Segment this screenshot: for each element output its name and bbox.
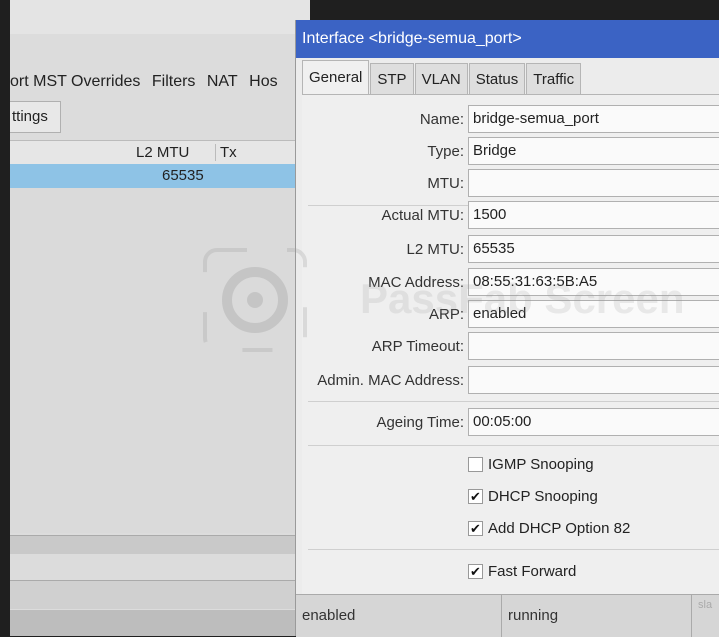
tab-hosts[interactable]: Hos [249,62,284,102]
actual-mtu-field: 1500 [468,201,719,229]
arp-row: ARP: enabled [302,300,719,330]
igmp-snooping-checkbox[interactable] [468,457,483,472]
arp-timeout-input[interactable] [468,332,719,360]
igmp-snooping-label: IGMP Snooping [488,456,594,473]
actual-mtu-row: Actual MTU: 1500 [302,201,719,231]
mac-address-row: MAC Address: 08:55:31:63:5B:A5 [302,268,719,298]
mtu-input[interactable] [468,169,719,197]
tab-stp[interactable]: STP [370,63,414,94]
interface-dialog: Interface <bridge-semua_port> General STP… [295,20,719,637]
name-input[interactable]: bridge-semua_port [468,105,719,133]
fast-forward-checkbox[interactable]: ✔ [468,564,483,579]
add-dhcp-option-82-label: Add DHCP Option 82 [488,520,631,537]
fast-forward-label: Fast Forward [488,563,577,580]
horizontal-scrollbar[interactable] [10,535,310,554]
tab-status[interactable]: Status [468,63,526,94]
name-label: Name: [419,111,464,128]
table-row[interactable]: 65535 [10,164,310,188]
add-dhcp-option-82-checkbox[interactable]: ✔ [468,521,483,536]
dialog-status-bar: enabled running sla [296,594,719,637]
arp-timeout-label: ARP Timeout: [371,338,464,355]
table-body [10,188,310,533]
settings-button[interactable]: ttings [10,101,61,133]
column-header-l2-mtu[interactable]: L2 MTU [136,144,189,161]
dhcp-snooping-checkbox[interactable]: ✔ [468,489,483,504]
tab-filters[interactable]: Filters [152,62,203,102]
arp-select[interactable]: enabled [468,300,719,328]
mtu-row: MTU: [302,169,719,199]
mtu-label: MTU: [427,175,464,192]
type-label: Type: [427,143,464,160]
dhcp-snooping-label: DHCP Snooping [488,488,598,505]
admin-mac-input[interactable] [468,366,719,394]
divider [308,445,719,446]
ageing-time-input[interactable]: 00:05:00 [468,408,719,436]
status-running: running [502,595,692,637]
l2-mtu-input[interactable]: 65535 [468,235,719,263]
dialog-title: Interface <bridge-semua_port> [296,20,719,58]
type-field: Bridge [468,137,719,165]
tab-mst-overrides[interactable]: ort MST Overrides [10,62,147,102]
admin-mac-row: Admin. MAC Address: [302,366,719,396]
row-l2-mtu-value: 65535 [162,167,204,184]
l2-mtu-label: L2 MTU: [406,241,464,258]
background-tab-bar: ort MST Overrides Filters NAT Hos [10,62,310,102]
arp-timeout-row: ARP Timeout: [302,332,719,362]
admin-mac-label: Admin. MAC Address: [317,372,464,389]
type-row: Type: Bridge [302,137,719,167]
status-enabled: enabled [296,595,502,637]
ageing-time-label: Ageing Time: [376,414,464,431]
background-titlebar [10,0,310,34]
divider [308,401,719,402]
tab-general[interactable]: General [302,60,370,94]
background-window: ort MST Overrides Filters NAT Hos ttings… [10,0,310,636]
column-header-tx[interactable]: Tx [215,144,237,161]
background-status-bar [10,580,310,609]
l2-mtu-row: L2 MTU: 65535 [302,235,719,265]
status-slave: sla [698,599,713,611]
tab-traffic[interactable]: Traffic [526,63,582,94]
ageing-time-row: Ageing Time: 00:05:00 [302,408,719,438]
tab-vlan[interactable]: VLAN [414,63,468,94]
background-bottom-bar [10,610,310,636]
general-tab-panel: Name: bridge-semua_port Type: Bridge MTU… [302,94,719,595]
divider [308,549,719,550]
table-header: L2 MTU Tx [10,140,310,166]
name-row: Name: bridge-semua_port [302,105,719,135]
actual-mtu-label: Actual MTU: [381,207,464,224]
mac-address-field: 08:55:31:63:5B:A5 [468,268,719,296]
dialog-tab-bar: General STP VLAN Status Traffic [302,60,719,94]
tab-nat[interactable]: NAT [207,62,245,102]
arp-label: ARP: [428,306,464,323]
mac-address-label: MAC Address: [368,274,464,291]
